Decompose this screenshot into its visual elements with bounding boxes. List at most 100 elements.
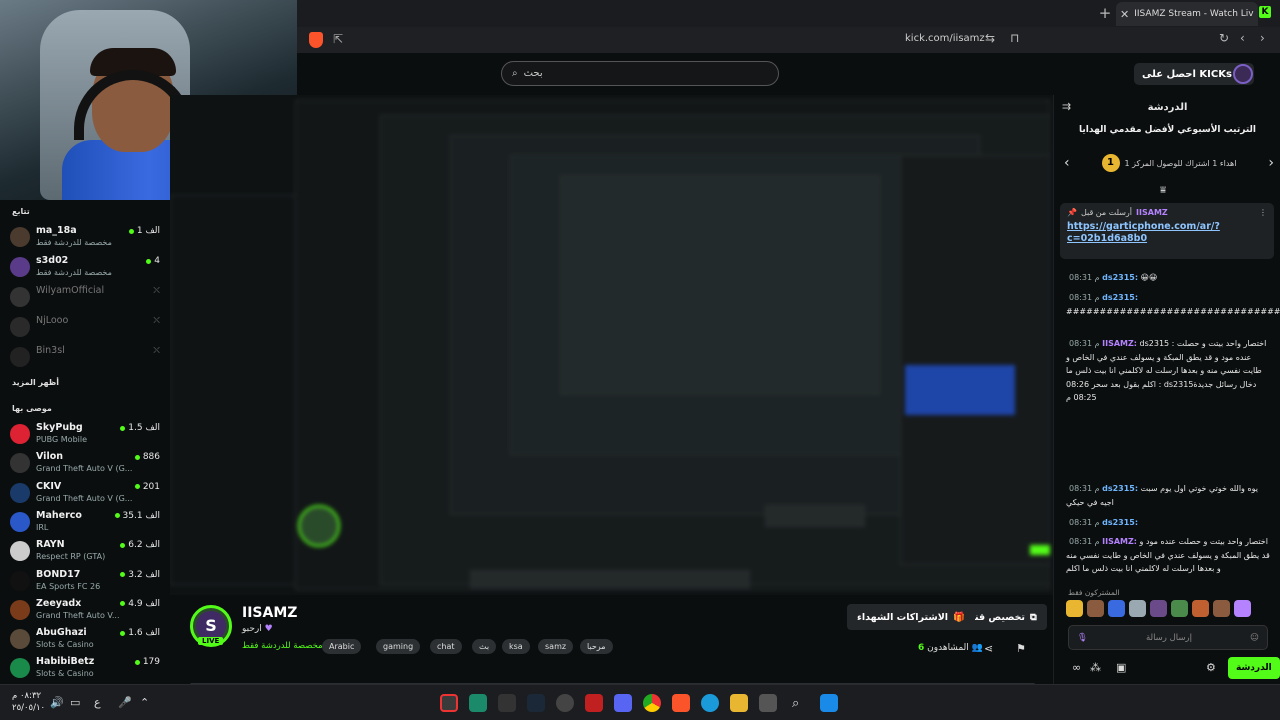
steam-icon[interactable]: [527, 694, 545, 712]
tag-chip[interactable]: gaming: [376, 639, 421, 654]
task-view-icon[interactable]: [759, 694, 777, 712]
following-item[interactable]: Bin3sl ⛌: [10, 345, 162, 373]
back-icon[interactable]: ‹: [1240, 31, 1245, 45]
message-username[interactable]: ds2315:: [1102, 273, 1138, 282]
store-icon[interactable]: ▣: [1116, 661, 1126, 674]
collapse-chat-icon[interactable]: ⇉: [1062, 100, 1071, 113]
show-more-link[interactable]: أظهر المزيد: [12, 378, 59, 387]
mic-icon[interactable]: 🎙: [1077, 633, 1088, 643]
brave-icon[interactable]: [672, 694, 690, 712]
chrome-icon[interactable]: [643, 694, 661, 712]
streamer-name: Maherco: [36, 509, 82, 521]
tag-chip[interactable]: chat: [430, 639, 462, 654]
taskbar-search-icon[interactable]: ⌕: [792, 696, 799, 711]
channel-name[interactable]: IISAMZ: [242, 605, 297, 621]
recommended-item[interactable]: RAYN Respect RP (GTA) 6.2 الف: [10, 539, 162, 567]
emote-icon[interactable]: [1213, 600, 1230, 617]
site-settings-icon[interactable]: ⇆: [985, 31, 995, 45]
viewer-count: 3.2 الف: [120, 570, 160, 580]
recommended-item[interactable]: Maherco IRL 35.1 الف: [10, 510, 162, 538]
mic-tray-icon[interactable]: 🎤: [118, 696, 132, 709]
recommended-item[interactable]: AbuGhazi Slots & Casino 1.6 الف: [10, 627, 162, 655]
brave-shield-icon[interactable]: [309, 32, 323, 48]
tag-chip[interactable]: ksa: [502, 639, 530, 654]
send-chat-button[interactable]: الدردشة: [1228, 657, 1280, 679]
leaderboard-next-icon[interactable]: ›: [1268, 155, 1274, 171]
emote-icon[interactable]: [1129, 600, 1146, 617]
following-item[interactable]: NjLooo ⛌: [10, 315, 162, 343]
clock[interactable]: ٠٨:٣٢ م ٢٥/٠٥/١٠: [12, 690, 45, 714]
reload-icon[interactable]: ↻: [1219, 31, 1229, 45]
message-username[interactable]: ds2315:: [1102, 484, 1138, 493]
windows-start-icon[interactable]: [820, 694, 838, 712]
tag-chip[interactable]: samz: [538, 639, 574, 654]
app-icon[interactable]: [469, 694, 487, 712]
filter-icon[interactable]: ⩸: [1160, 185, 1166, 196]
live-dot-icon: [128, 228, 134, 234]
chat-input-placeholder: إرسال رسالة: [1145, 632, 1192, 643]
recommended-item[interactable]: CKIV Grand Theft Auto V (G... 201: [10, 481, 162, 509]
recommended-item[interactable]: Vilon Grand Theft Auto V (G... 886: [10, 451, 162, 479]
share-stream-icon[interactable]: ⋖: [984, 642, 993, 655]
recommended-item[interactable]: HabibiBetz Slots & Casino 179: [10, 656, 162, 684]
emoji-picker-icon[interactable]: ☺: [1250, 633, 1259, 643]
users-list-icon[interactable]: ⁂: [1090, 661, 1101, 674]
leaderboard-prev-icon[interactable]: ‹: [1064, 155, 1070, 171]
volume-icon[interactable]: 🔊: [50, 696, 64, 709]
message-username[interactable]: IISAMZ:: [1102, 339, 1137, 348]
tag-chip[interactable]: مرحبا: [580, 639, 613, 654]
share-icon[interactable]: ⇱: [333, 32, 343, 46]
recommended-item[interactable]: Zeeyadx Grand Theft Auto V... 4.9 الف: [10, 598, 162, 626]
tag-chip[interactable]: بث: [472, 639, 497, 654]
follow-icon[interactable]: ⚑: [1016, 642, 1026, 655]
pinned-link[interactable]: https://garticphone.com/ar/?c=02b1d6a8b0: [1067, 221, 1267, 245]
emote-icon[interactable]: [1171, 600, 1188, 617]
news-app-icon[interactable]: [585, 694, 603, 712]
forward-icon[interactable]: ›: [1260, 31, 1265, 45]
network-icon[interactable]: ▭: [70, 696, 80, 709]
emote-icon[interactable]: [1192, 600, 1209, 617]
browser-tab[interactable]: ✕ IISAMZ Stream - Watch Live on K: [1116, 2, 1258, 26]
store-app-icon[interactable]: [498, 694, 516, 712]
recommended-item[interactable]: SkyPubg PUBG Mobile 1.5 الف: [10, 422, 162, 450]
file-explorer-icon[interactable]: [730, 694, 748, 712]
recommended-item[interactable]: BOND17 EA Sports FC 26 3.2 الف: [10, 569, 162, 597]
following-item[interactable]: ma_18a مخصصة للدردشة فقط 1 الف: [10, 225, 162, 253]
emote-icon[interactable]: [1150, 600, 1167, 617]
settings-icon[interactable]: ⚙: [1206, 661, 1216, 674]
search-bar[interactable]: ⌕ بحث: [501, 61, 779, 86]
profile-avatar[interactable]: [1233, 64, 1253, 84]
rank-badge: 1: [1101, 154, 1120, 172]
video-player[interactable]: [170, 95, 1053, 595]
bookmark-icon[interactable]: ⊓: [1010, 31, 1019, 45]
streamer-category: Slots & Casino: [36, 669, 94, 679]
new-tab-button[interactable]: +: [1096, 4, 1114, 22]
show-hidden-icons[interactable]: ⌃: [140, 696, 149, 709]
discord-icon[interactable]: [614, 694, 632, 712]
more-options-icon[interactable]: ⋮: [1259, 208, 1267, 217]
message-username[interactable]: IISAMZ:: [1102, 537, 1137, 546]
pinned-user[interactable]: IISAMZ: [1136, 208, 1168, 217]
emote-icon[interactable]: [1108, 600, 1125, 617]
infinity-icon[interactable]: ∞: [1072, 661, 1081, 674]
chat-input[interactable]: 🎙 إرسال رسالة ☺: [1068, 625, 1268, 650]
url-text[interactable]: kick.com/iisamz: [905, 33, 985, 44]
offline-icon: ⛌: [153, 286, 160, 296]
emote-icon[interactable]: [1066, 600, 1083, 617]
message-username[interactable]: ds2315:: [1102, 293, 1138, 302]
close-tab-icon[interactable]: ✕: [1120, 8, 1129, 21]
message-username[interactable]: ds2315:: [1102, 518, 1138, 527]
following-item[interactable]: WilyamOfficial ⛌: [10, 285, 162, 313]
avatar: [10, 599, 30, 620]
search-input[interactable]: بحث: [524, 68, 543, 79]
subscriptions-button[interactable]: الاشتراكات الشهداء 🎁: [847, 604, 975, 630]
language-icon[interactable]: ع: [94, 696, 101, 709]
following-item[interactable]: s3d02 مخصصة للدردشة فقط 4: [10, 255, 162, 283]
stream-category[interactable]: مخصصة للدردشة فقط: [242, 641, 323, 651]
emote-icon[interactable]: [1234, 600, 1251, 617]
obs-icon[interactable]: [440, 694, 458, 712]
settings-app-icon[interactable]: [556, 694, 574, 712]
emote-icon[interactable]: [1087, 600, 1104, 617]
edge-icon[interactable]: [701, 694, 719, 712]
tag-chip[interactable]: Arabic: [322, 639, 362, 654]
